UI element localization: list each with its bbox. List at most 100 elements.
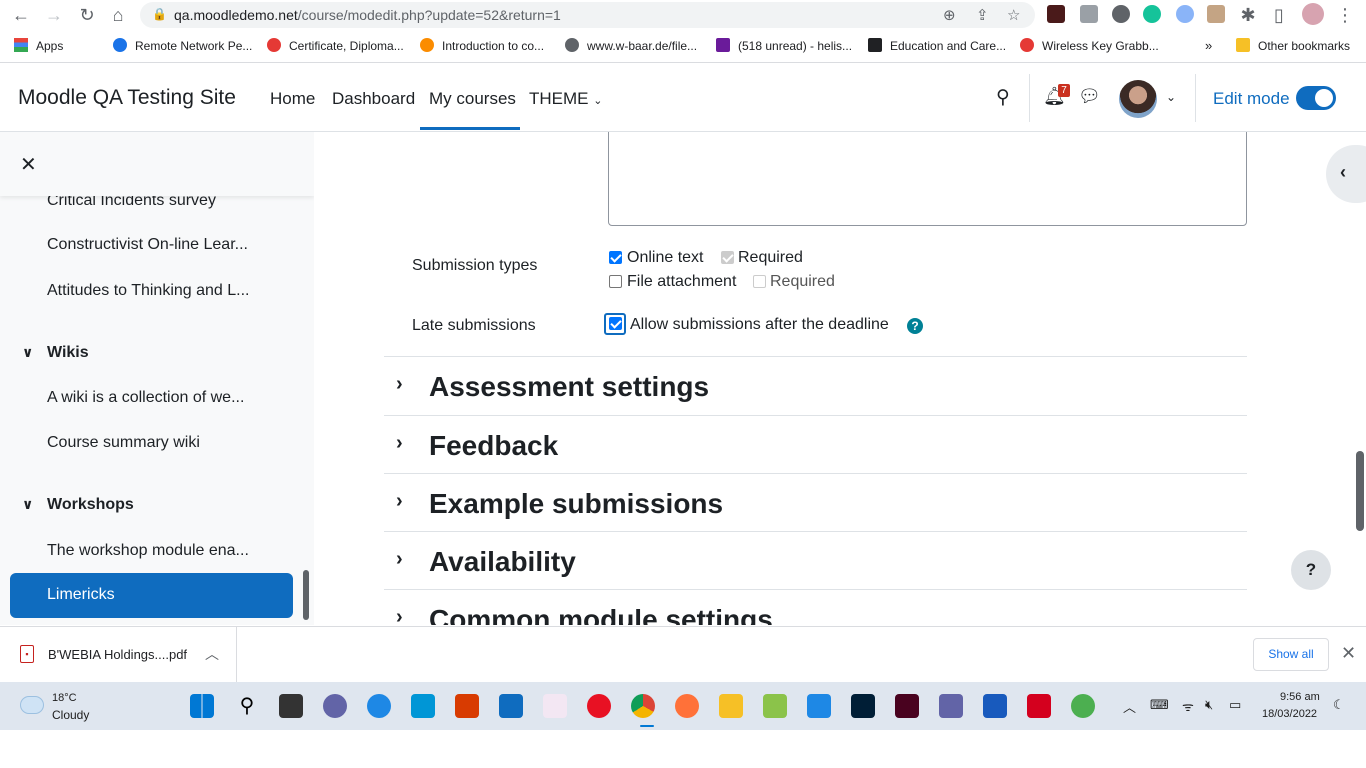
drawer-section-workshops[interactable]: ∨ Workshops (22, 496, 134, 514)
bookmark-w-baar[interactable]: www.w-baar.de/file... (565, 38, 697, 53)
nav-dashboard[interactable]: Dashboard (332, 89, 415, 109)
profile-avatar-icon[interactable] (1302, 3, 1324, 25)
back-arrow-icon[interactable]: ← (10, 4, 32, 26)
pet-app-icon[interactable] (543, 694, 567, 718)
drawer-item-limericks[interactable]: Limericks (10, 573, 293, 618)
store-bag-icon[interactable] (763, 694, 787, 718)
section-availability[interactable]: › Availability (384, 531, 1247, 589)
user-menu-chevron-icon[interactable]: ⌄ (1166, 90, 1176, 104)
nav-home[interactable]: Home (270, 89, 315, 109)
play-icon[interactable] (807, 694, 831, 718)
night-mode-icon[interactable]: ☾ (1333, 697, 1345, 713)
wifi-icon[interactable]: ᯤ (1182, 697, 1194, 715)
teams-icon[interactable] (939, 694, 963, 718)
search-icon[interactable]: ⚲ (235, 694, 259, 718)
bookmark-wireless-key[interactable]: Wireless Key Grabb... (1020, 38, 1159, 53)
file-explorer-icon[interactable] (719, 694, 743, 718)
zoom-icon[interactable]: ⊕ (943, 6, 956, 24)
edit-mode-toggle[interactable] (1296, 86, 1336, 110)
indesign-icon[interactable] (895, 694, 919, 718)
extension-v-icon[interactable] (1047, 5, 1065, 23)
drawer-scrollbar[interactable] (303, 570, 309, 620)
share-icon[interactable]: ⇪ (976, 6, 989, 24)
bookmark-yahoo-mail[interactable]: (518 unread) - helis... (716, 38, 852, 53)
bookmark-education-care[interactable]: Education and Care... (868, 38, 1006, 53)
bookmark-introduction[interactable]: Introduction to co... (420, 38, 544, 53)
acrobat-icon[interactable] (1027, 694, 1051, 718)
chevron-down-icon: ∨ (22, 344, 34, 360)
bookmark-star-icon[interactable]: ☆ (1007, 6, 1020, 24)
battery-icon[interactable]: ▭ (1229, 697, 1241, 713)
late-submissions-option-label: Allow submissions after the deadline (630, 316, 889, 333)
bookmark-certificate[interactable]: Certificate, Diploma... (267, 38, 404, 53)
clock-date[interactable]: 18/03/2022 (1262, 708, 1317, 720)
grammarly-icon[interactable] (1143, 5, 1161, 23)
online-text-checkbox[interactable] (609, 251, 622, 264)
edge-icon[interactable] (367, 694, 391, 718)
app-l-icon[interactable] (411, 694, 435, 718)
mail-icon (716, 38, 730, 52)
drawer-item-course-summary-wiki[interactable]: Course summary wiki (47, 434, 200, 452)
photoshop-icon[interactable] (851, 694, 875, 718)
task-view-icon[interactable] (279, 694, 303, 718)
site-name[interactable]: Moodle QA Testing Site (18, 86, 236, 110)
apps-grid-icon (14, 38, 28, 52)
forward-arrow-icon[interactable]: → (43, 4, 65, 26)
extension-cube-icon[interactable] (1080, 5, 1098, 23)
word-icon[interactable] (983, 694, 1007, 718)
office-icon[interactable] (455, 694, 479, 718)
avatar[interactable] (1119, 80, 1157, 118)
section-assessment-settings[interactable]: › Assessment settings (384, 356, 1247, 414)
page-scrollbar[interactable] (1356, 451, 1364, 531)
mail-icon[interactable] (499, 694, 523, 718)
search-icon[interactable]: ⚲ (996, 86, 1010, 109)
reload-icon[interactable]: ↻ (76, 4, 98, 26)
file-attachment-label: File attachment (627, 273, 737, 290)
section-example-submissions[interactable]: › Example submissions (384, 473, 1247, 531)
help-question-icon[interactable]: ? (907, 318, 923, 334)
file-attachment-checkbox[interactable] (609, 275, 622, 288)
address-bar[interactable]: 🔒 qa.moodledemo.net/course/modedit.php?u… (140, 2, 1035, 28)
bookmark-apps[interactable]: Apps (14, 38, 63, 53)
globe-app-icon[interactable] (1071, 694, 1095, 718)
nav-theme[interactable]: THEME ⌄ (529, 89, 602, 109)
bookmark-remote-network[interactable]: Remote Network Pe... (113, 38, 252, 53)
media-app-icon[interactable] (587, 694, 611, 718)
chevron-up-icon[interactable]: ︿ (205, 644, 219, 664)
description-textarea[interactable] (608, 132, 1247, 226)
extension-cards-icon[interactable] (1207, 5, 1225, 23)
menu-kebab-icon[interactable]: ⋮ (1334, 4, 1356, 26)
cloud-icon[interactable] (20, 696, 44, 714)
download-item[interactable]: ▪ B'WEBIA Holdings....pdf ︿ (0, 627, 237, 682)
clock-time[interactable]: 9:56 am (1280, 691, 1320, 703)
speaker-muted-icon[interactable]: 🔇︎ (1205, 697, 1213, 713)
extension-s-icon[interactable] (1112, 5, 1130, 23)
close-icon[interactable]: ✕ (1341, 643, 1356, 664)
start-icon[interactable] (190, 694, 214, 718)
help-button[interactable]: ? (1291, 550, 1331, 590)
extension-circle-icon[interactable] (1176, 5, 1194, 23)
firefox-icon[interactable] (675, 694, 699, 718)
message-icon[interactable]: 💬︎ (1078, 86, 1101, 107)
section-feedback[interactable]: › Feedback (384, 415, 1247, 473)
nav-my-courses[interactable]: My courses (429, 89, 516, 109)
drawer-item-attitudes[interactable]: Attitudes to Thinking and L... (47, 282, 250, 300)
chat-icon[interactable] (323, 694, 347, 718)
bookmarks-overflow-button[interactable]: » (1205, 38, 1212, 53)
chrome-icon[interactable] (631, 694, 655, 718)
show-all-button[interactable]: Show all (1253, 638, 1329, 671)
section-common-module-settings[interactable]: › Common module settings (384, 589, 1247, 625)
puzzle-icon[interactable]: ✱ (1237, 4, 1259, 26)
sidebar-toggle-icon[interactable]: ▯ (1268, 4, 1290, 26)
chevron-up-icon[interactable]: ︿ (1123, 697, 1136, 716)
bookmark-other[interactable]: Other bookmarks (1236, 38, 1350, 53)
drawer-item-workshop-module[interactable]: The workshop module ena... (47, 542, 249, 560)
chevron-down-icon: ⌄ (593, 95, 603, 107)
drawer-item-constructivist[interactable]: Constructivist On-line Lear... (47, 236, 248, 254)
close-icon[interactable]: ✕ (20, 152, 37, 177)
drawer-section-wikis[interactable]: ∨ Wikis (22, 344, 89, 362)
drawer-item-wiki-collection[interactable]: A wiki is a collection of we... (47, 389, 244, 407)
home-icon[interactable]: ⌂ (107, 4, 129, 26)
late-submissions-checkbox[interactable] (609, 317, 622, 330)
keyboard-icon[interactable]: ⌨ (1150, 697, 1169, 713)
